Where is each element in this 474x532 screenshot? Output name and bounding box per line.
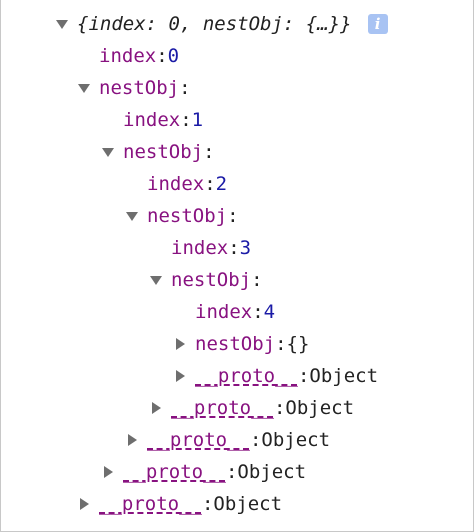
collapse-triangle-icon[interactable] xyxy=(149,401,165,415)
tree-row: index: 1 xyxy=(123,105,203,135)
collapse-triangle-icon[interactable] xyxy=(173,337,189,351)
expand-triangle-icon[interactable] xyxy=(101,145,117,159)
property-value: 1 xyxy=(191,109,204,131)
property-separator: : xyxy=(297,365,310,387)
property-key: index xyxy=(195,301,253,323)
tree-row: index: 4 xyxy=(195,297,275,327)
property-key: index xyxy=(147,173,205,195)
expand-triangle-icon[interactable] xyxy=(55,17,71,31)
tree-row-proto[interactable]: __proto__: Object xyxy=(173,361,378,391)
property-key: nestObj xyxy=(171,269,252,291)
property-separator: : xyxy=(228,237,240,259)
property-separator: : xyxy=(203,141,215,163)
collapse-triangle-icon[interactable] xyxy=(173,369,189,383)
property-separator: : xyxy=(225,461,238,483)
property-key: nestObj xyxy=(195,333,276,355)
property-value: 3 xyxy=(239,237,252,259)
property-value: Object xyxy=(213,493,283,515)
collapse-triangle-icon[interactable] xyxy=(125,433,141,447)
console-object-tree: {index: 0, nestObj: {…}} i index: 0 nest… xyxy=(0,0,474,532)
property-value: Object xyxy=(237,461,307,483)
property-separator: : xyxy=(249,429,262,451)
property-separator: : xyxy=(273,397,286,419)
property-separator: : xyxy=(180,109,192,131)
tree-row: index: 2 xyxy=(147,169,227,199)
tree-row: index: 0 xyxy=(99,41,179,71)
tree-row[interactable]: nestObj: xyxy=(125,201,239,231)
property-separator: : xyxy=(227,205,239,227)
property-key: nestObj xyxy=(123,141,204,163)
collapse-triangle-icon[interactable] xyxy=(77,497,93,511)
property-value: Object xyxy=(285,397,355,419)
expand-triangle-icon[interactable] xyxy=(77,81,93,95)
tree-row-proto[interactable]: __proto__: Object xyxy=(125,425,330,455)
tree-row[interactable]: nestObj: xyxy=(149,265,263,295)
collapse-triangle-icon[interactable] xyxy=(101,465,117,479)
property-key: nestObj xyxy=(99,77,180,99)
property-separator: : xyxy=(156,45,168,67)
property-key: nestObj xyxy=(147,205,228,227)
tree-row[interactable]: nestObj: xyxy=(101,137,215,167)
property-value: Object xyxy=(261,429,331,451)
property-separator: : xyxy=(251,269,263,291)
property-value: {} xyxy=(286,333,310,355)
tree-row-root[interactable]: {index: 0, nestObj: {…}} i xyxy=(55,9,388,39)
property-separator: : xyxy=(275,333,287,355)
tree-row-proto[interactable]: __proto__: Object xyxy=(101,457,306,487)
tree-row[interactable]: nestObj: {} xyxy=(173,329,309,359)
expand-triangle-icon[interactable] xyxy=(125,209,141,223)
property-separator: : xyxy=(201,493,214,515)
property-value: 4 xyxy=(263,301,276,323)
property-value: 0 xyxy=(167,45,180,67)
proto-key: __proto__ xyxy=(171,397,274,419)
property-key: index xyxy=(123,109,181,131)
proto-key: __proto__ xyxy=(195,365,298,387)
expand-triangle-icon[interactable] xyxy=(149,273,165,287)
tree-row-proto[interactable]: __proto__: Object xyxy=(149,393,354,423)
property-value: Object xyxy=(309,365,379,387)
tree-row[interactable]: nestObj: xyxy=(77,73,191,103)
proto-key: __proto__ xyxy=(99,493,202,515)
tree-row: index: 3 xyxy=(171,233,251,263)
property-key: index xyxy=(171,237,229,259)
proto-key: __proto__ xyxy=(147,429,250,451)
property-key: index xyxy=(99,45,157,67)
property-value: 2 xyxy=(215,173,228,195)
property-separator: : xyxy=(204,173,216,195)
property-separator: : xyxy=(179,77,191,99)
object-summary: {index: 0, nestObj: {…}} xyxy=(77,13,352,35)
proto-key: __proto__ xyxy=(123,461,226,483)
property-separator: : xyxy=(252,301,264,323)
info-icon[interactable]: i xyxy=(367,14,388,34)
tree-row-proto[interactable]: __proto__: Object xyxy=(77,489,282,519)
